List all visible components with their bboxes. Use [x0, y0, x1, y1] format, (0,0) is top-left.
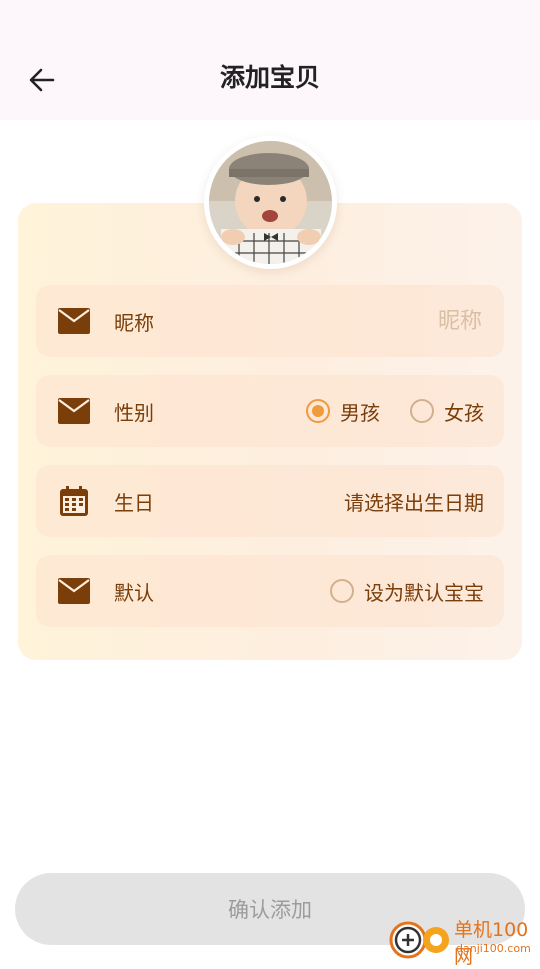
gender-label: 性别 — [114, 401, 154, 425]
birthday-label: 生日 — [114, 491, 154, 515]
default-label: 默认 — [114, 581, 154, 605]
set-default-label: 设为默认宝宝 — [364, 580, 484, 605]
calendar-icon — [58, 485, 90, 517]
watermark-url: danji100.com — [456, 942, 531, 955]
baby-photo — [209, 141, 332, 264]
watermark-logo: 单机100网 danji100.com — [388, 912, 540, 968]
birthday-picker[interactable]: 请选择出生日期 — [344, 465, 484, 537]
nickname-row: 昵称 — [36, 285, 504, 357]
gender-row: 性别 男孩 女孩 — [36, 375, 504, 447]
gender-option-boy[interactable]: 男孩 — [306, 397, 380, 426]
avatar[interactable] — [204, 136, 337, 269]
nickname-input[interactable] — [330, 307, 484, 335]
default-row: 默认 设为默认宝宝 — [36, 555, 504, 627]
page-title: 添加宝贝 — [219, 63, 320, 92]
mail-icon — [58, 395, 90, 427]
radio-checked-icon[interactable] — [306, 399, 330, 423]
gender-option-boy-label: 男孩 — [340, 400, 380, 425]
birthday-row[interactable]: 生日 请选择出生日期 — [36, 465, 504, 537]
radio-unchecked-icon[interactable] — [410, 399, 434, 423]
mail-icon — [58, 575, 90, 607]
gender-option-girl-label: 女孩 — [444, 400, 484, 425]
mail-icon — [58, 305, 90, 337]
nickname-label: 昵称 — [114, 311, 154, 335]
radio-unchecked-icon[interactable] — [330, 579, 354, 603]
set-default-option[interactable]: 设为默认宝宝 — [330, 577, 484, 606]
gender-option-girl[interactable]: 女孩 — [410, 397, 484, 426]
header: 添加宝贝 — [0, 0, 540, 120]
watermark-icon — [389, 921, 449, 959]
